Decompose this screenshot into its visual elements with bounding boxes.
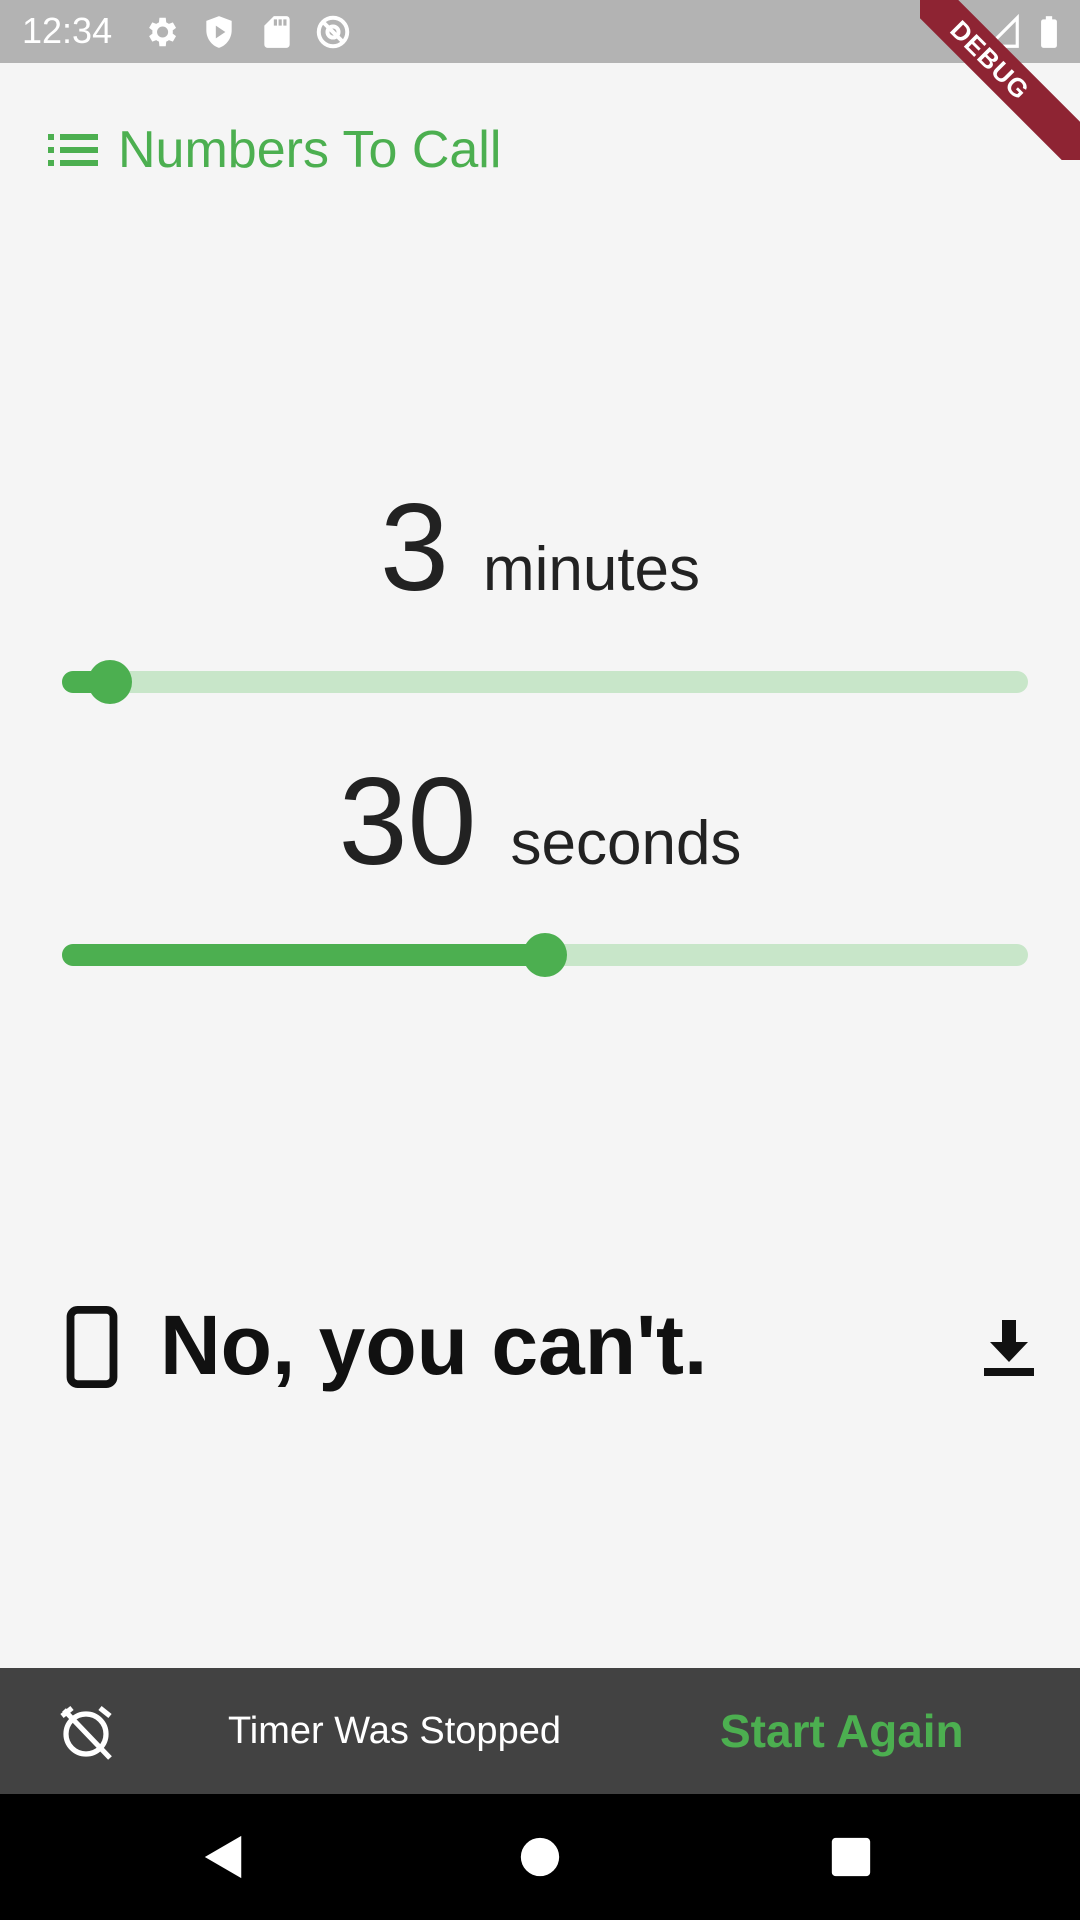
snackbar-message: Timer Was Stopped (228, 1710, 561, 1752)
alarm-off-icon (60, 1705, 112, 1760)
settings-icon (149, 17, 177, 47)
message-row: No, you can't. (0, 1290, 1080, 1400)
seconds-slider-active-track (62, 944, 545, 966)
seconds-display: 30 seconds (0, 752, 1080, 914)
home-icon[interactable] (517, 1834, 563, 1880)
navigation-bar (0, 1794, 1080, 1920)
seconds-value: 30 (338, 753, 477, 891)
minutes-unit: minutes (482, 535, 701, 604)
minutes-slider-track[interactable] (62, 671, 1028, 693)
seconds-slider-thumb[interactable] (523, 933, 567, 977)
shield-play-icon (206, 16, 232, 48)
download-icon[interactable] (984, 1320, 1034, 1376)
sd-card-icon (264, 16, 290, 48)
seconds-slider[interactable] (62, 933, 1028, 977)
minutes-value: 3 (379, 479, 449, 617)
minutes-display: 3 minutes (0, 478, 1080, 640)
debug-banner: DEBUG (920, 0, 1080, 160)
list-icon[interactable] (48, 130, 98, 170)
status-bar: 12:34 DEBUG (0, 0, 1080, 160)
message-text: No, you can't. (160, 1298, 708, 1392)
status-time: 12:34 (22, 10, 113, 51)
recents-icon[interactable] (828, 1834, 874, 1880)
debug-banner-wrap: DEBUG (920, 0, 1080, 160)
page-title[interactable]: Numbers To Call (118, 118, 501, 182)
smartphone-icon (66, 1306, 118, 1388)
minutes-slider[interactable] (62, 660, 1028, 704)
minutes-slider-thumb[interactable] (88, 660, 133, 704)
snackbar: Timer Was Stopped Start Again (0, 1668, 1080, 1794)
start-again-button[interactable]: Start Again (720, 1668, 964, 1794)
at-sign-icon (316, 15, 350, 49)
seconds-unit: seconds (510, 809, 742, 878)
back-icon[interactable] (201, 1834, 247, 1880)
